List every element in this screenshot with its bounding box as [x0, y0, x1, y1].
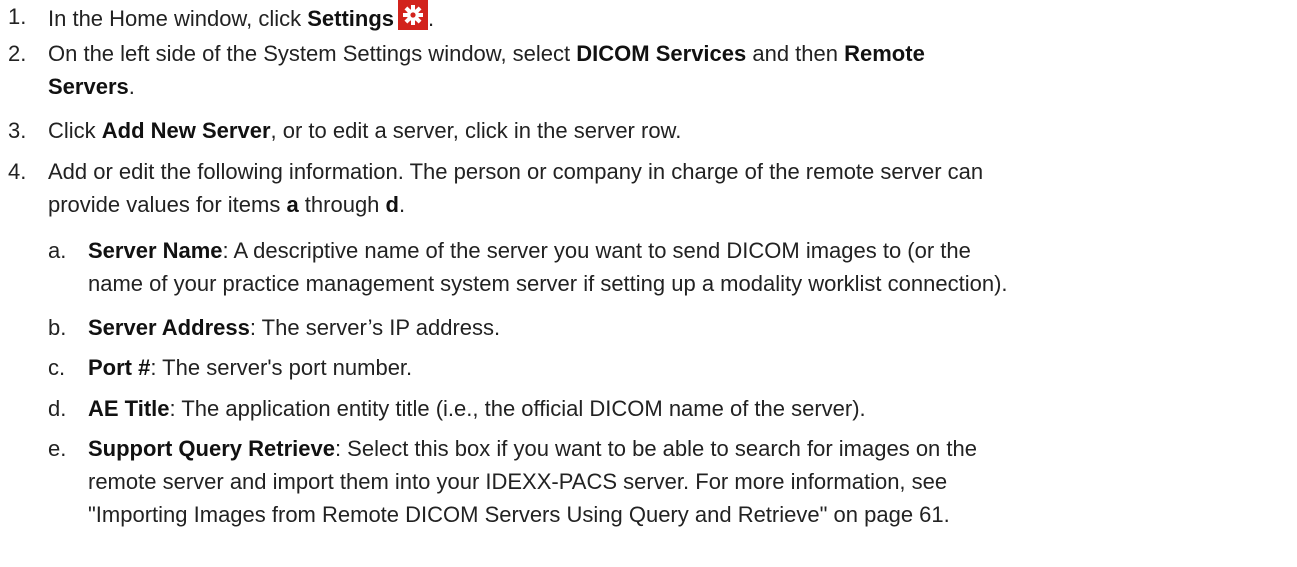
step-text: In the Home window, click: [48, 6, 308, 31]
step-number: 3.: [8, 118, 27, 143]
step-number: 4.: [8, 159, 27, 184]
substep-letter: d.: [48, 396, 67, 421]
substep-letter: c.: [48, 355, 66, 380]
substep-letter: e.: [48, 436, 67, 461]
support-query-retrieve-label: Support Query Retrieve: [88, 436, 335, 461]
step-number: 1.: [8, 4, 27, 29]
ae-title-label: AE Title: [88, 396, 170, 421]
step-number: 2.: [8, 41, 27, 66]
server-address-label: Server Address: [88, 315, 250, 340]
add-new-server-label: Add New Server: [101, 118, 271, 143]
servers-label: Servers: [48, 74, 129, 99]
settings-label: Settings: [307, 6, 395, 31]
substep-letter: b.: [48, 315, 67, 340]
item-d-label: d: [385, 192, 399, 217]
dicom-services-label: DICOM Services: [576, 41, 747, 66]
gear-icon: [398, 0, 429, 30]
item-a-label: a: [286, 192, 299, 217]
remote-label: Remote: [844, 41, 925, 66]
port-label: Port #: [88, 355, 151, 380]
server-name-label: Server Name: [88, 238, 223, 263]
substep-letter: a.: [48, 238, 67, 263]
